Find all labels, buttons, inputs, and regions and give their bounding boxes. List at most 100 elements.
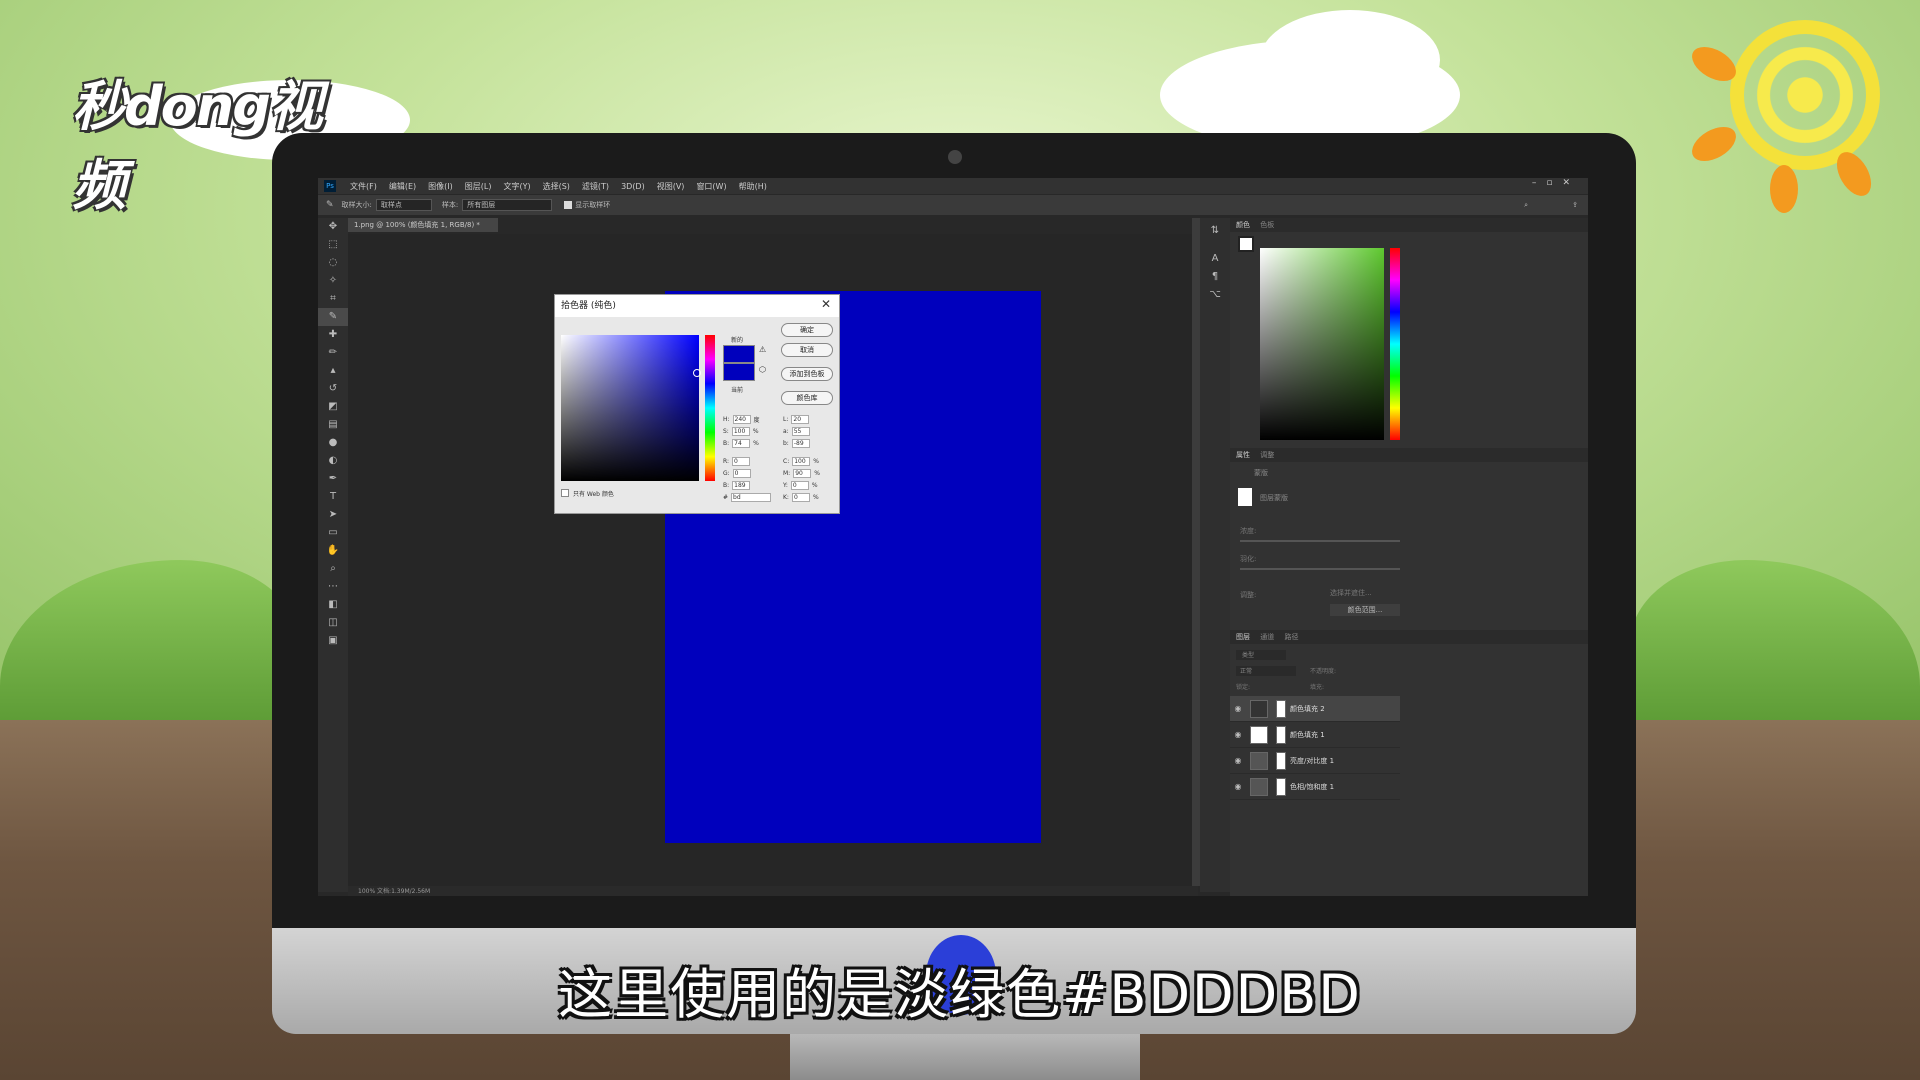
- hand-tool-icon[interactable]: ✋: [318, 542, 348, 560]
- magic-wand-tool-icon[interactable]: ✧: [318, 272, 348, 290]
- menu-window[interactable]: 窗口(W): [696, 181, 726, 192]
- menu-3d[interactable]: 3D(D): [621, 182, 645, 191]
- gradient-tool-icon[interactable]: ▤: [318, 416, 348, 434]
- ok-button[interactable]: 确定: [781, 323, 833, 337]
- tab-properties[interactable]: 属性: [1236, 451, 1250, 459]
- type-tool-icon[interactable]: T: [318, 488, 348, 506]
- show-ring-checkbox[interactable]: [564, 201, 573, 209]
- hue-field[interactable]: H: 240 度: [723, 413, 774, 425]
- eyedropper-icon[interactable]: ✎: [326, 200, 334, 210]
- menu-image[interactable]: 图像(I): [428, 181, 453, 192]
- path-selection-tool-icon[interactable]: ➤: [318, 506, 348, 524]
- menu-edit[interactable]: 编辑(E): [389, 181, 416, 192]
- density-slider[interactable]: [1240, 540, 1400, 542]
- menu-filter[interactable]: 滤镜(T): [582, 181, 609, 192]
- fg-bg-swatch-icon[interactable]: [1238, 236, 1254, 252]
- lab-a-field[interactable]: a: 55: [783, 425, 820, 437]
- hex-field[interactable]: # bd: [723, 491, 774, 503]
- stamp-tool-icon[interactable]: ▴: [318, 362, 348, 380]
- red-field[interactable]: R: 0: [723, 455, 774, 467]
- add-to-swatches-button[interactable]: 添加到色板: [781, 367, 833, 381]
- history-brush-tool-icon[interactable]: ↺: [318, 380, 348, 398]
- select-and-mask-button[interactable]: 选择并遮住...: [1330, 588, 1400, 598]
- menu-file[interactable]: 文件(F): [350, 181, 377, 192]
- layer-row[interactable]: ◉ 颜色填充 2: [1230, 696, 1400, 722]
- document-tab[interactable]: 1.png @ 100% (颜色填充 1, RGB/8) *: [348, 218, 498, 232]
- lab-l-field[interactable]: L: 20: [783, 413, 820, 425]
- pen-tool-icon[interactable]: ✒: [318, 470, 348, 488]
- tab-paths[interactable]: 路径: [1284, 633, 1298, 641]
- cyan-field[interactable]: C: 100%: [783, 455, 820, 467]
- menu-help[interactable]: 帮助(H): [739, 181, 767, 192]
- menu-layer[interactable]: 图层(L): [465, 181, 492, 192]
- blue-field[interactable]: B: 189: [723, 479, 774, 491]
- quick-mask-icon[interactable]: ◫: [318, 614, 348, 632]
- black-field[interactable]: K: 0%: [783, 491, 820, 503]
- color-spectrum-field[interactable]: [1260, 248, 1384, 440]
- screen-mode-icon[interactable]: ▣: [318, 632, 348, 650]
- color-range-button[interactable]: 颜色范围...: [1330, 604, 1400, 616]
- brightness-field[interactable]: B: 74%: [723, 437, 774, 449]
- search-icon[interactable]: ⌕: [1524, 201, 1528, 210]
- more-tools-icon[interactable]: ⋯: [318, 578, 348, 596]
- magenta-field[interactable]: M: 90%: [783, 467, 820, 479]
- shape-tool-icon[interactable]: ▭: [318, 524, 348, 542]
- sample-select[interactable]: 所有图层: [462, 199, 553, 211]
- share-icon[interactable]: ⇪: [1572, 201, 1578, 209]
- visibility-eye-icon[interactable]: ◉: [1230, 782, 1246, 791]
- color-libraries-button[interactable]: 颜色库: [781, 391, 833, 405]
- brush-settings-icon[interactable]: ⌥: [1200, 286, 1230, 304]
- menu-select[interactable]: 选择(S): [543, 181, 570, 192]
- layer-row[interactable]: ◉ 亮度/对比度 1: [1230, 748, 1400, 774]
- healing-brush-tool-icon[interactable]: ✚: [318, 326, 348, 344]
- layer-name[interactable]: 亮度/对比度 1: [1290, 756, 1334, 766]
- cancel-button[interactable]: 取消: [781, 343, 833, 357]
- crop-tool-icon[interactable]: ⌗: [318, 290, 348, 308]
- gamut-warning-icon[interactable]: ⚠: [759, 345, 766, 354]
- blend-mode-select[interactable]: 正常: [1236, 666, 1296, 676]
- visibility-eye-icon[interactable]: ◉: [1230, 756, 1246, 765]
- tab-channels[interactable]: 通道: [1260, 633, 1274, 641]
- tab-swatches[interactable]: 色板: [1260, 221, 1274, 229]
- zoom-tool-icon[interactable]: ⌕: [318, 560, 348, 578]
- character-panel-icon[interactable]: A: [1200, 250, 1230, 268]
- tab-adjustments[interactable]: 调整: [1260, 451, 1274, 459]
- window-controls[interactable]: –▫✕: [1532, 178, 1580, 188]
- layer-name[interactable]: 色相/饱和度 1: [1290, 782, 1334, 792]
- layer-name[interactable]: 颜色填充 1: [1290, 730, 1325, 740]
- brush-tool-icon[interactable]: ✏: [318, 344, 348, 362]
- web-safe-icon[interactable]: ⬡: [759, 365, 766, 374]
- paragraph-panel-icon[interactable]: ¶: [1200, 268, 1230, 286]
- foreground-background-color-icon[interactable]: ◧: [318, 596, 348, 614]
- history-panel-icon[interactable]: ⇅: [1200, 222, 1230, 240]
- lab-b-field[interactable]: b: -89: [783, 437, 820, 449]
- layer-row[interactable]: ◉ 色相/饱和度 1: [1230, 774, 1400, 800]
- web-colors-checkbox[interactable]: [561, 489, 569, 497]
- layer-kind-filter[interactable]: 类型: [1236, 650, 1286, 660]
- menu-view[interactable]: 视图(V): [657, 181, 685, 192]
- vertical-scrollbar[interactable]: [1192, 218, 1200, 886]
- dodge-tool-icon[interactable]: ◐: [318, 452, 348, 470]
- hue-slider[interactable]: [1390, 248, 1400, 440]
- picker-color-field[interactable]: [561, 335, 699, 481]
- layer-row[interactable]: ◉ 颜色填充 1: [1230, 722, 1400, 748]
- marquee-tool-icon[interactable]: ⬚: [318, 236, 348, 254]
- eraser-tool-icon[interactable]: ◩: [318, 398, 348, 416]
- sample-size-select[interactable]: 取样点: [375, 199, 432, 211]
- picker-hue-slider[interactable]: [705, 335, 715, 481]
- blur-tool-icon[interactable]: ●: [318, 434, 348, 452]
- current-color-swatch[interactable]: [723, 363, 755, 381]
- green-field[interactable]: G: 0: [723, 467, 774, 479]
- eyedropper-tool-icon[interactable]: ✎: [318, 308, 348, 326]
- visibility-eye-icon[interactable]: ◉: [1230, 704, 1246, 713]
- tab-layers[interactable]: 图层: [1236, 633, 1250, 641]
- tab-color[interactable]: 颜色: [1236, 221, 1250, 229]
- saturation-field[interactable]: S: 100%: [723, 425, 774, 437]
- lasso-tool-icon[interactable]: ◌: [318, 254, 348, 272]
- menu-type[interactable]: 文字(Y): [503, 181, 530, 192]
- layer-name[interactable]: 颜色填充 2: [1290, 704, 1325, 714]
- yellow-field[interactable]: Y: 0%: [783, 479, 820, 491]
- close-icon[interactable]: ✕: [821, 297, 831, 311]
- visibility-eye-icon[interactable]: ◉: [1230, 730, 1246, 739]
- feather-slider[interactable]: [1240, 568, 1400, 570]
